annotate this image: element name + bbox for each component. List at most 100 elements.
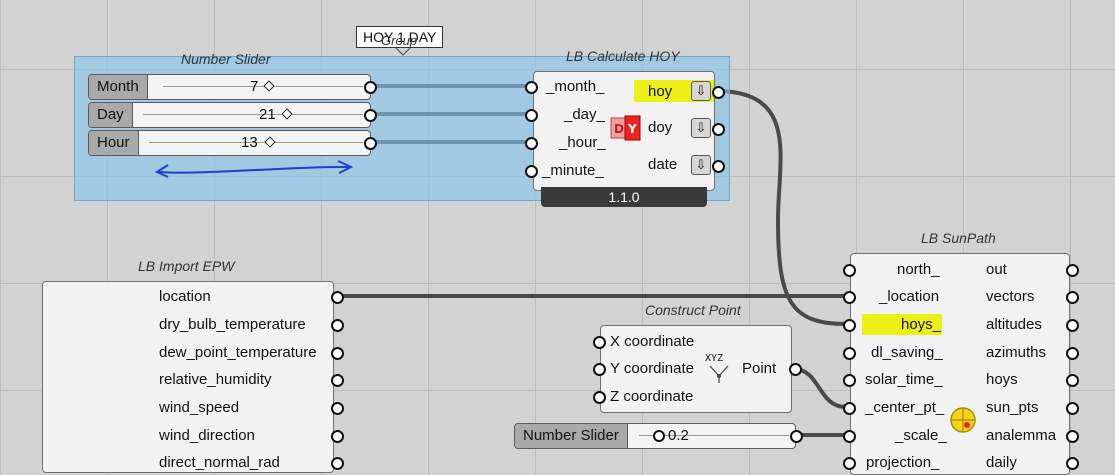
slider-day-value: 21: [259, 106, 276, 123]
slider-day-label: Day: [89, 103, 133, 127]
hoy-version-bar: 1.1.0: [541, 187, 707, 207]
sunpath-input-location[interactable]: _location: [879, 288, 939, 305]
scale-slider-output-grip[interactable]: [790, 430, 803, 443]
slider-hour-output-grip[interactable]: [364, 137, 377, 150]
flatten-arrow-icon[interactable]: ⇩: [691, 155, 711, 175]
svg-text:Y: Y: [627, 122, 637, 136]
sunpath-out-grip[interactable]: [1066, 264, 1079, 277]
flatten-arrow-icon[interactable]: ⇩: [691, 81, 711, 101]
hoy-hour-grip[interactable]: [525, 137, 538, 150]
epw-grip[interactable]: [331, 430, 344, 443]
sunpath-output-out[interactable]: out: [986, 261, 1007, 278]
sunpath-out-grip[interactable]: [1066, 291, 1079, 304]
sunpath-input-north[interactable]: north_: [897, 261, 940, 278]
sunpath-input-scale[interactable]: _scale_: [895, 427, 947, 444]
sunpath-input-center-pt[interactable]: _center_pt_: [865, 399, 944, 416]
sunpath-output-hoys[interactable]: hoys: [986, 371, 1018, 388]
construct-point-output[interactable]: Point: [742, 360, 776, 377]
sunpath-in-grip[interactable]: [843, 457, 856, 470]
sunpath-in-grip[interactable]: [843, 347, 856, 360]
slider-knob[interactable]: [281, 108, 293, 120]
slider-group-title: Number Slider: [181, 51, 271, 67]
slider-track[interactable]: [143, 114, 363, 115]
construct-point-grip[interactable]: [593, 336, 606, 349]
sunpath-output-sun-pts[interactable]: sun_pts: [986, 399, 1039, 416]
epw-grip[interactable]: [331, 291, 344, 304]
hoy-output-doy-grip[interactable]: [712, 123, 725, 136]
slider-day[interactable]: Day 21: [88, 102, 371, 128]
epw-output-wind-direction[interactable]: wind_direction: [159, 427, 255, 444]
hoy-month-grip[interactable]: [525, 81, 538, 94]
epw-output-location[interactable]: location: [159, 288, 211, 305]
sunpath-input-hoys[interactable]: hoys_: [901, 316, 941, 333]
sunpath-in-grip[interactable]: [843, 402, 856, 415]
sunpath-output-azimuths[interactable]: azimuths: [986, 344, 1046, 361]
slider-hour-value: 13: [241, 134, 258, 151]
construct-point-input-y[interactable]: Y coordinate: [610, 360, 694, 377]
hoy-input-day[interactable]: _day_: [564, 106, 605, 123]
construct-point-input-z[interactable]: Z coordinate: [610, 388, 693, 405]
hoy-minute-grip[interactable]: [525, 165, 538, 178]
construct-point-input-x[interactable]: X coordinate: [610, 333, 694, 350]
xyz-point-icon: [706, 364, 732, 384]
slider-knob[interactable]: [264, 136, 276, 148]
sunpath-in-grip[interactable]: [843, 264, 856, 277]
epw-grip[interactable]: [331, 347, 344, 360]
sunpath-input-solar-time[interactable]: solar_time_: [865, 371, 943, 388]
epw-output-dry-bulb[interactable]: dry_bulb_temperature: [159, 316, 306, 333]
scale-slider[interactable]: Number Slider 0.2: [514, 423, 796, 449]
slider-knob[interactable]: [653, 430, 665, 442]
slider-hour[interactable]: Hour 13: [88, 130, 371, 156]
sunpath-out-grip[interactable]: [1066, 430, 1079, 443]
epw-component-title: LB Import EPW: [138, 258, 235, 274]
hoy-output-hoy[interactable]: hoy: [648, 83, 672, 100]
sunpath-out-grip[interactable]: [1066, 374, 1079, 387]
epw-grip[interactable]: [331, 374, 344, 387]
hand-drawn-arrow-annotation: [154, 160, 354, 178]
wire-point-to-center: [793, 367, 847, 409]
construct-point-output-grip[interactable]: [789, 363, 802, 376]
construct-point-icon-label: XYZ: [705, 353, 724, 364]
sunpath-out-grip[interactable]: [1066, 347, 1079, 360]
sun-icon: [949, 406, 977, 434]
sunpath-out-grip[interactable]: [1066, 402, 1079, 415]
sunpath-out-grip[interactable]: [1066, 457, 1079, 470]
hoy-output-doy[interactable]: doy: [648, 119, 672, 136]
sunpath-output-vectors[interactable]: vectors: [986, 288, 1034, 305]
scribble-pointer: [395, 47, 411, 56]
construct-point-grip[interactable]: [593, 391, 606, 404]
hoy-output-date-grip[interactable]: [712, 160, 725, 173]
flatten-arrow-icon[interactable]: ⇩: [691, 118, 711, 138]
sunpath-in-grip[interactable]: [843, 319, 856, 332]
sunpath-output-analemma[interactable]: analemma: [986, 427, 1056, 444]
scale-slider-label: Number Slider: [515, 424, 628, 448]
epw-output-wind-speed[interactable]: wind_speed: [159, 399, 239, 416]
epw-grip[interactable]: [331, 319, 344, 332]
epw-output-dew-point[interactable]: dew_point_temperature: [159, 344, 317, 361]
hoy-output-hoy-grip[interactable]: [712, 86, 725, 99]
slider-month-label: Month: [89, 75, 148, 99]
sunpath-in-grip[interactable]: [843, 291, 856, 304]
sunpath-out-grip[interactable]: [1066, 319, 1079, 332]
hoy-input-month[interactable]: _month_: [546, 78, 604, 95]
construct-point-grip[interactable]: [593, 363, 606, 376]
sunpath-in-grip[interactable]: [843, 430, 856, 443]
sunpath-input-dl-saving[interactable]: dl_saving_: [871, 344, 943, 361]
wire-hoy-to-hoys: [715, 89, 847, 326]
sunpath-output-altitudes[interactable]: altitudes: [986, 316, 1042, 333]
slider-knob[interactable]: [263, 80, 275, 92]
epw-output-rel-humidity[interactable]: relative_humidity: [159, 371, 272, 388]
sunpath-in-grip[interactable]: [843, 374, 856, 387]
construct-point-title: Construct Point: [645, 302, 741, 318]
hoy-input-hour[interactable]: _hour_: [559, 134, 606, 151]
slider-day-output-grip[interactable]: [364, 109, 377, 122]
slider-month-output-grip[interactable]: [364, 81, 377, 94]
epw-grip[interactable]: [331, 457, 344, 470]
hoy-day-grip[interactable]: [525, 109, 538, 122]
hoy-output-date[interactable]: date: [648, 156, 677, 173]
hoy-input-minute[interactable]: _minute_: [542, 162, 604, 179]
hoy-component-title: LB Calculate HOY: [566, 48, 680, 64]
epw-grip[interactable]: [331, 402, 344, 415]
scale-slider-value: 0.2: [668, 427, 689, 444]
slider-month[interactable]: Month 7: [88, 74, 371, 100]
